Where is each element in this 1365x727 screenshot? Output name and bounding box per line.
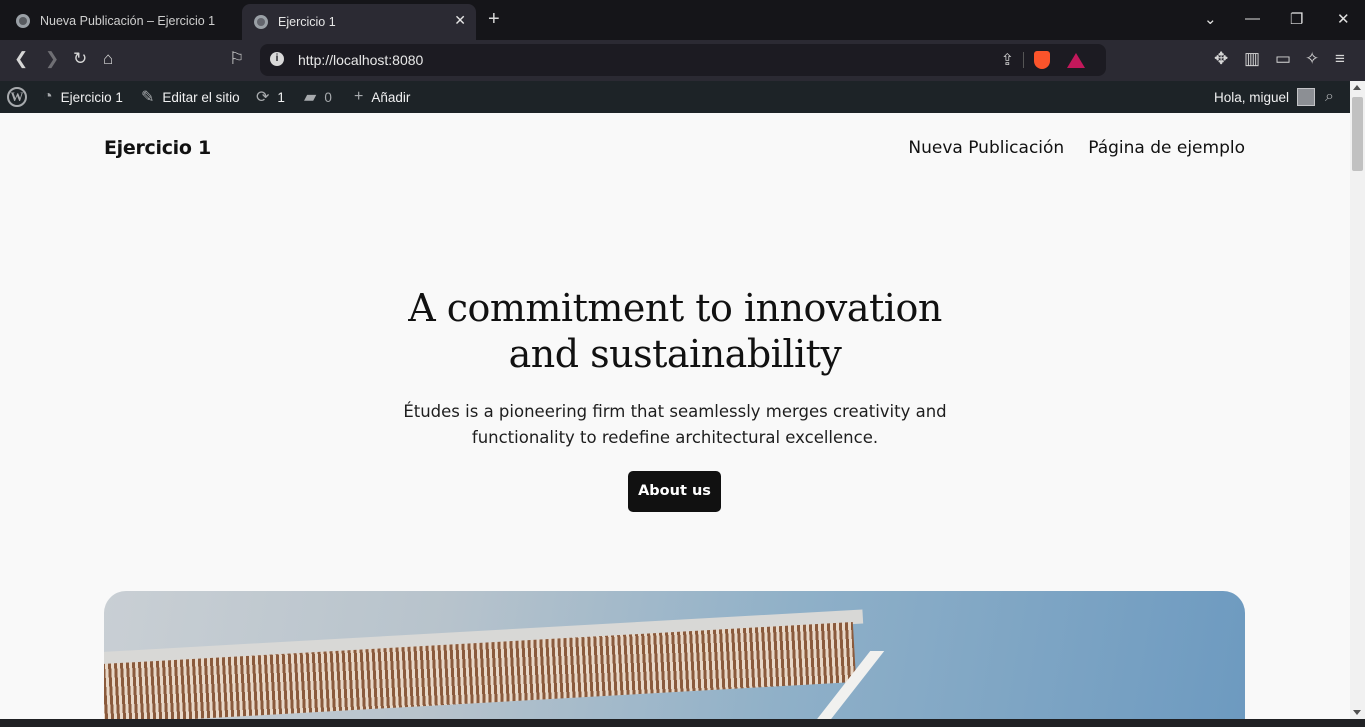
browser-tab-active[interactable]: Ejercicio 1 ✕ [242,4,476,40]
updates-link[interactable]: ⟳ 1 [256,81,285,113]
browser-tab[interactable]: Nueva Publicación – Ejercicio 1 [6,6,240,36]
hero-description: Études is a pioneering firm that seamles… [375,399,975,451]
edit-site-label: Editar el sitio [162,89,240,105]
leo-ai-icon[interactable]: ✧ [1305,49,1319,69]
tab-title: Nueva Publicación – Ejercicio 1 [40,14,216,28]
restore-button[interactable]: ❐ [1290,10,1303,28]
scroll-up-arrow-icon[interactable] [1353,85,1361,90]
wp-admin-bar: W ◔ Ejercicio 1 ✎ Editar el sitio ⟳ 1 ▰ … [0,81,1365,113]
tab-search-chevron-icon[interactable]: ⌄ [1204,10,1217,28]
wordpress-logo-button[interactable]: W [7,81,27,113]
home-icon[interactable]: ⌂ [103,49,113,69]
site-info-icon[interactable]: i [270,52,284,66]
search-button[interactable]: ⌕ [1325,81,1342,113]
brave-shields-icon[interactable] [1034,51,1050,69]
page-content: Ejercicio 1 Nueva Publicación Página de … [0,113,1350,719]
updates-count: 1 [277,89,285,105]
hero-description-line: Études is a pioneering firm that seamles… [403,402,947,421]
brush-icon: ✎ [141,89,155,106]
hero-heading: A commitment to innovation and sustainab… [325,285,1025,377]
browser-tab-strip: Nueva Publicación – Ejercicio 1 Ejercici… [0,0,1365,40]
site-name-label: Ejercicio 1 [60,89,123,105]
reload-icon[interactable]: ↻ [73,49,87,69]
comments-link[interactable]: ▰ 0 [304,81,332,113]
close-tab-icon[interactable]: ✕ [454,12,466,29]
globe-icon [16,14,30,28]
wallet-icon[interactable]: ▭ [1275,49,1291,69]
tab-title: Ejercicio 1 [278,15,336,29]
divider [1023,52,1024,68]
nav-item-pagina-de-ejemplo[interactable]: Página de ejemplo [1088,138,1245,158]
comment-icon: ▰ [304,89,317,106]
primary-navigation: Nueva Publicación Página de ejemplo [908,138,1245,158]
new-tab-button[interactable]: + [488,9,500,29]
sidebar-icon[interactable]: ▥ [1244,49,1260,69]
extensions-icon[interactable]: ✥ [1214,49,1228,69]
globe-icon [254,15,268,29]
plus-icon: + [354,88,364,105]
bookmark-icon[interactable]: ⚐ [229,49,244,69]
updates-icon: ⟳ [256,89,270,106]
nav-item-nueva-publicacion[interactable]: Nueva Publicación [908,138,1064,158]
forward-icon[interactable]: ❯ [45,49,59,69]
url-text[interactable]: http://localhost:8080 [298,52,423,68]
new-content-label: Añadir [371,89,411,105]
back-icon[interactable]: ❮ [14,49,28,69]
avatar [1297,88,1316,106]
hero-description-line: functionality to redefine architectural … [471,428,879,447]
browser-toolbar: ❮ ❯ ↻ ⌂ ⚐ i http://localhost:8080 ⇪ ✥ ▥ … [0,40,1365,81]
new-content-menu[interactable]: + Añadir [354,81,410,113]
comments-count: 0 [324,89,332,105]
taskbar-edge [0,719,1365,727]
hero-heading-line: and sustainability [508,332,842,376]
my-account-menu[interactable]: Hola, miguel [1214,81,1316,113]
site-title[interactable]: Ejercicio 1 [104,137,211,159]
site-name-menu[interactable]: ◔ Ejercicio 1 [43,81,123,113]
search-icon: ⌕ [1325,88,1334,105]
edit-site-link[interactable]: ✎ Editar el sitio [141,81,240,113]
about-us-button[interactable]: About us [628,471,721,512]
page-scrollbar[interactable] [1350,81,1365,719]
dashboard-icon: ◔ [43,88,53,105]
greeting-label: Hola, miguel [1214,89,1290,105]
brave-rewards-icon[interactable] [1067,53,1085,68]
share-icon[interactable]: ⇪ [1001,50,1014,70]
address-bar[interactable]: i http://localhost:8080 ⇪ [260,44,1106,76]
wordpress-icon: W [7,87,27,107]
menu-icon[interactable]: ≡ [1335,49,1345,69]
minimize-button[interactable]: — [1245,10,1260,27]
hero-building-image [104,591,1245,719]
scrollbar-thumb[interactable] [1352,97,1363,171]
hero-heading-line: A commitment to innovation [408,286,942,330]
scroll-down-arrow-icon[interactable] [1353,710,1361,715]
close-window-button[interactable]: ✕ [1337,10,1350,28]
